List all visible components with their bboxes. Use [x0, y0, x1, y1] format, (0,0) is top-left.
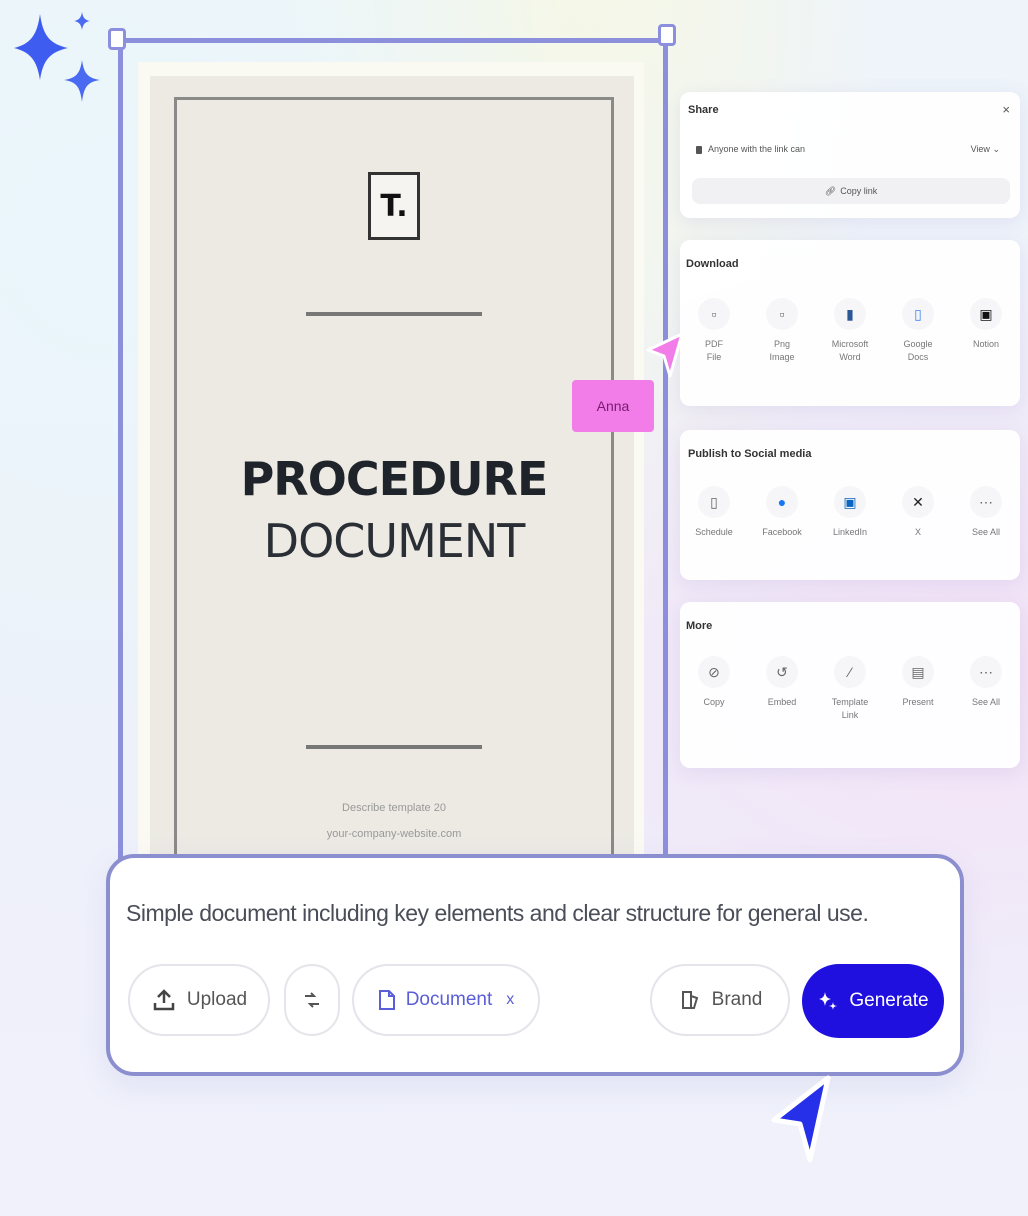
upload-icon — [153, 989, 175, 1011]
linkedin-icon: ▣ — [834, 486, 866, 518]
more-icon: ⋯ — [970, 486, 1002, 518]
sparkle-icon — [819, 992, 838, 1010]
copy-link-button[interactable]: 🔗︎ Copy link — [692, 178, 1010, 204]
brand-button[interactable]: Brand — [650, 964, 790, 1036]
download-panel: Download ▫︎ PDF File ▫︎ Png Image ▮ Microsoft… — [680, 240, 1020, 406]
generate-button[interactable]: Generate — [802, 964, 944, 1038]
download-notion[interactable]: ▣ Notion — [956, 298, 1016, 363]
permission-select[interactable]: View ⌄ — [971, 144, 1000, 155]
notion-icon: ▣ — [970, 298, 1002, 330]
more-copy[interactable]: ⊘ Copy — [684, 656, 744, 721]
resize-handle-top-left[interactable] — [108, 28, 126, 50]
upload-label: Upload — [186, 989, 248, 1010]
more-icon: ⋯ — [970, 656, 1002, 688]
word-icon: ▮ — [834, 298, 866, 330]
calendar-icon: ▯ — [698, 486, 730, 518]
link-access-row[interactable]: Anyone with the link can View ⌄ — [696, 144, 1008, 154]
link-access-text: Anyone with the link can — [708, 144, 806, 154]
download-pdf[interactable]: ▫︎ PDF File — [684, 298, 744, 363]
template-link-icon: ⁄ — [834, 656, 866, 688]
upload-button[interactable]: Upload — [128, 964, 270, 1036]
download-title: Download — [686, 258, 739, 270]
social-linkedin[interactable]: ▣ LinkedIn — [820, 486, 880, 539]
more-present[interactable]: ▤ Present — [888, 656, 948, 721]
remove-chip-icon[interactable]: x — [506, 991, 514, 1009]
image-icon: ▫︎ — [766, 298, 798, 330]
social-x[interactable]: ✕ X — [888, 486, 948, 539]
brand-icon — [681, 991, 698, 1009]
document-icon — [378, 990, 395, 1010]
brand-label: Brand — [711, 989, 763, 1010]
shuffle-button[interactable] — [284, 964, 340, 1036]
share-panel: Share × Anyone with the link can View ⌄ … — [680, 92, 1020, 218]
download-options: ▫︎ PDF File ▫︎ Png Image ▮ Microsoft Word ▯ Goo… — [684, 298, 1016, 363]
x-icon: ✕ — [902, 486, 934, 518]
share-title: Share — [688, 104, 719, 116]
social-options: ▯ Schedule ● Facebook ▣ LinkedIn ✕ X ⋯ See Al… — [684, 486, 1016, 539]
link-icon: ⊘ — [698, 656, 730, 688]
pdf-icon: ▫︎ — [698, 298, 730, 330]
document-chip-label: Document — [405, 989, 493, 1010]
prompt-text[interactable]: Simple document including key elements a… — [126, 900, 869, 927]
present-icon: ▤ — [902, 656, 934, 688]
download-google-docs[interactable]: ▯ Google Docs — [888, 298, 948, 363]
shuffle-icon — [305, 992, 319, 1008]
docs-icon: ▯ — [902, 298, 934, 330]
embed-icon: ↺ — [766, 656, 798, 688]
download-png[interactable]: ▫︎ Png Image — [752, 298, 812, 363]
collaborator-cursor-icon — [646, 332, 684, 378]
lock-icon — [696, 145, 702, 154]
document-type-chip[interactable]: Document x — [352, 964, 540, 1036]
more-title: More — [686, 620, 713, 632]
collaborator-name-tag: Anna — [572, 380, 654, 432]
link-icon: 🔗︎ — [824, 185, 837, 196]
more-panel: More ⊘ Copy ↺ Embed ⁄ Template Link ▤ Present… — [680, 602, 1020, 768]
social-schedule[interactable]: ▯ Schedule — [684, 486, 744, 539]
more-embed[interactable]: ↺ Embed — [752, 656, 812, 721]
selection-frame — [118, 38, 668, 878]
mouse-cursor-icon — [771, 1075, 831, 1163]
more-see-all[interactable]: ⋯ See All — [956, 656, 1016, 721]
more-template-link[interactable]: ⁄ Template Link — [820, 656, 880, 721]
resize-handle-top-right[interactable] — [658, 24, 676, 46]
close-icon[interactable]: × — [1002, 102, 1010, 117]
generate-label: Generate — [849, 990, 929, 1011]
social-see-all[interactable]: ⋯ See All — [956, 486, 1016, 539]
sparkles-icon — [14, 12, 100, 102]
download-word[interactable]: ▮ Microsoft Word — [820, 298, 880, 363]
social-panel: Publish to Social media ▯ Schedule ● Faceb… — [680, 430, 1020, 580]
facebook-icon: ● — [766, 486, 798, 518]
chevron-down-icon: ⌄ — [992, 144, 1000, 154]
social-title: Publish to Social media — [688, 448, 812, 460]
more-options: ⊘ Copy ↺ Embed ⁄ Template Link ▤ Present ⋯ See… — [684, 656, 1016, 721]
social-facebook[interactable]: ● Facebook — [752, 486, 812, 539]
